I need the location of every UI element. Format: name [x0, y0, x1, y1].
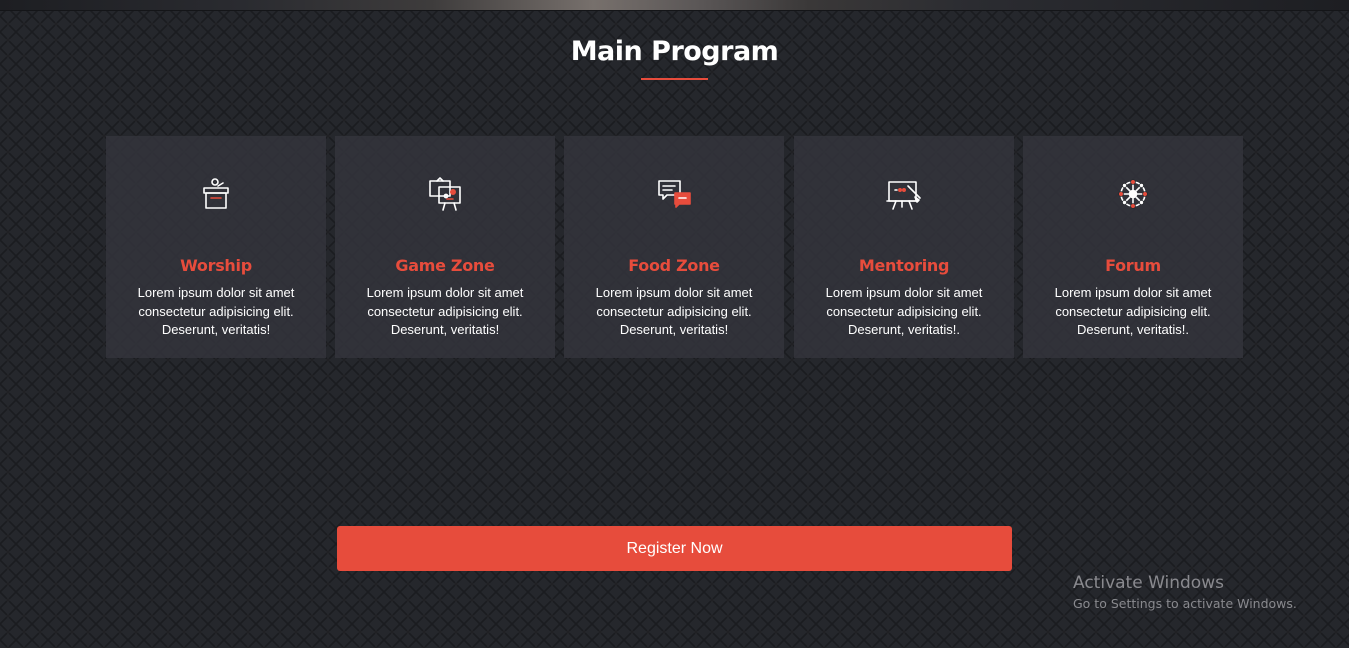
windows-activation-watermark: Activate Windows Go to Settings to activ… [1073, 572, 1343, 613]
card-description: Lorem ipsum dolor sit amet consectetur a… [595, 285, 753, 337]
program-card-worship: Worship Lorem ipsum dolor sit amet conse… [106, 136, 326, 358]
hero-image-edge [0, 0, 1349, 11]
program-card-game-zone: Game Zone Lorem ipsum dolor sit amet con… [335, 136, 555, 358]
card-title: Forum [1105, 256, 1161, 275]
program-card-mentoring: Mentoring Lorem ipsum dolor sit amet con… [794, 136, 1014, 358]
section-title: Main Program [570, 36, 779, 67]
card-description: Lorem ipsum dolor sit amet consectetur a… [366, 285, 524, 337]
card-title: Mentoring [858, 256, 950, 275]
chat-bubbles-icon [656, 176, 692, 212]
card-title: Worship [180, 256, 252, 275]
register-now-button[interactable]: Register Now [337, 526, 1012, 571]
program-cards: Worship Lorem ipsum dolor sit amet conse… [106, 136, 1243, 358]
card-description: Lorem ipsum dolor sit amet consectetur a… [137, 285, 295, 337]
watermark-subtitle: Go to Settings to activate Windows. [1073, 596, 1297, 611]
watermark-title: Activate Windows [1073, 573, 1224, 593]
program-card-forum: Forum Lorem ipsum dolor sit amet consect… [1023, 136, 1243, 358]
card-description: Lorem ipsum dolor sit amet consectetur a… [825, 285, 983, 337]
program-card-food-zone: Food Zone Lorem ipsum dolor sit amet con… [564, 136, 784, 358]
card-title: Game Zone [395, 256, 495, 275]
card-description: Lorem ipsum dolor sit amet consectetur a… [1054, 285, 1212, 337]
title-underline [641, 78, 708, 80]
whiteboard-icon [886, 176, 922, 212]
presentation-easel-icon [427, 176, 463, 212]
network-wheel-icon [1115, 176, 1151, 212]
podium-icon [198, 176, 234, 212]
card-title: Food Zone [628, 256, 720, 275]
